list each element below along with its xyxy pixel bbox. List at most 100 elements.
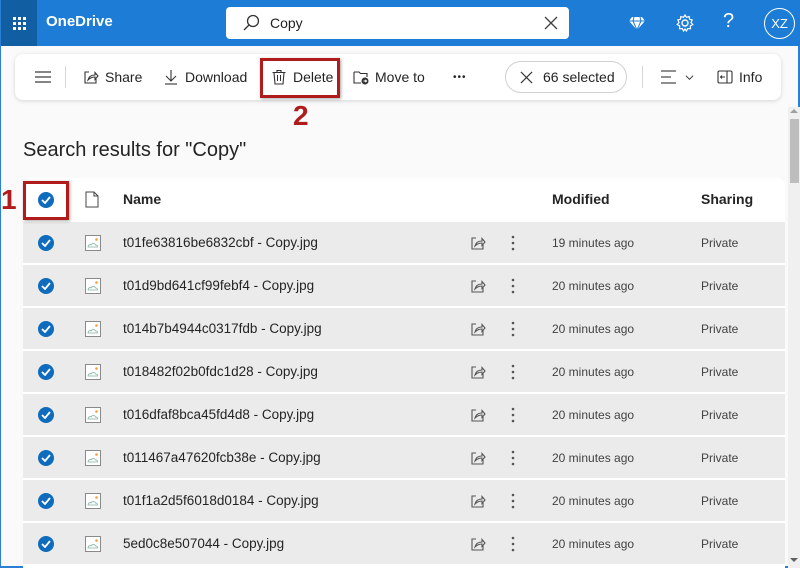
share-icon[interactable]	[470, 364, 486, 380]
annotation-box-select-all	[23, 181, 69, 220]
divider	[642, 66, 643, 88]
more-options-icon[interactable]	[507, 492, 519, 510]
image-file-icon	[85, 235, 101, 251]
checkmark-icon	[41, 411, 51, 419]
sharing-status: Private	[701, 322, 739, 336]
table-row[interactable]: t014b7b4944c0317fdb - Copy.jpg 20 minute…	[23, 307, 785, 349]
sharing-status: Private	[701, 494, 739, 508]
column-header-name[interactable]: Name	[123, 191, 161, 207]
share-icon[interactable]	[470, 407, 486, 423]
more-options-icon[interactable]	[507, 277, 519, 295]
view-options-button[interactable]	[661, 54, 694, 100]
row-checkbox[interactable]	[38, 278, 54, 294]
more-options-icon[interactable]	[507, 406, 519, 424]
table-row[interactable]: t016dfaf8bca45fd4d8 - Copy.jpg 20 minute…	[23, 393, 785, 435]
view-list-icon	[661, 70, 676, 84]
checkmark-icon	[41, 497, 51, 505]
table-row[interactable]: t01f1a2d5f6018d0184 - Copy.jpg 20 minute…	[23, 479, 785, 521]
share-icon[interactable]	[470, 235, 486, 251]
file-name[interactable]: t01fe63816be6832cbf - Copy.jpg	[123, 235, 318, 250]
annotation-box-delete	[260, 58, 340, 98]
file-name[interactable]: t011467a47620fcb38e - Copy.jpg	[123, 450, 321, 465]
file-name[interactable]: t014b7b4944c0317fdb - Copy.jpg	[123, 321, 322, 336]
download-label: Download	[185, 69, 248, 85]
image-file-icon	[85, 321, 101, 337]
more-options-icon[interactable]	[507, 535, 519, 553]
modified-date: 20 minutes ago	[552, 537, 635, 551]
help-button[interactable]: ?	[723, 10, 734, 33]
column-header-modified[interactable]: Modified	[552, 191, 610, 207]
file-list: Name Modified Sharing t01fe63816be6832cb…	[23, 178, 785, 568]
checkmark-icon	[41, 540, 51, 548]
image-file-icon	[85, 493, 101, 509]
app-launcher-button[interactable]	[1, 0, 37, 46]
table-row[interactable]: t01fe63816be6832cbf - Copy.jpg 19 minute…	[23, 221, 785, 263]
selection-count: 66 selected	[543, 69, 615, 85]
avatar[interactable]: XZ	[764, 8, 795, 39]
chevron-down-icon	[685, 74, 694, 80]
image-file-icon	[85, 407, 101, 423]
scroll-up-arrow[interactable]	[790, 109, 798, 113]
divider	[65, 66, 66, 88]
move-to-button[interactable]: Move to	[353, 54, 425, 100]
checkmark-icon	[41, 239, 51, 247]
diamond-icon[interactable]	[627, 13, 647, 33]
app-title[interactable]: OneDrive	[46, 13, 113, 30]
sharing-status: Private	[701, 537, 739, 551]
info-label: Info	[739, 69, 763, 85]
row-checkbox[interactable]	[38, 407, 54, 423]
file-name[interactable]: t018482f02b0fdc1d28 - Copy.jpg	[123, 364, 318, 379]
share-icon[interactable]	[470, 321, 486, 337]
table-row[interactable]: t018482f02b0fdc1d28 - Copy.jpg 20 minute…	[23, 350, 785, 392]
table-row[interactable]: t01d9bd641cf99febf4 - Copy.jpg 20 minute…	[23, 264, 785, 306]
share-icon[interactable]	[470, 536, 486, 552]
image-file-icon	[85, 278, 101, 294]
gear-icon[interactable]	[675, 13, 695, 33]
share-button[interactable]: Share	[83, 54, 142, 100]
hamburger-icon	[35, 71, 51, 83]
modified-date: 20 minutes ago	[552, 408, 635, 422]
table-row[interactable]: t011467a47620fcb38e - Copy.jpg 20 minute…	[23, 436, 785, 478]
download-button[interactable]: Download	[163, 54, 247, 100]
scroll-thumb[interactable]	[790, 119, 799, 183]
share-icon[interactable]	[470, 278, 486, 294]
checkmark-icon	[41, 325, 51, 333]
checkmark-icon	[41, 282, 51, 290]
folder-move-icon	[353, 71, 369, 85]
scrollbar[interactable]	[788, 107, 800, 568]
modified-date: 20 minutes ago	[552, 451, 635, 465]
row-checkbox[interactable]	[38, 321, 54, 337]
column-header-sharing[interactable]: Sharing	[701, 191, 753, 207]
more-commands-button[interactable]: •••	[453, 54, 467, 100]
share-icon	[84, 71, 99, 84]
table-row[interactable]: 5ed0c8e507044 - Copy.jpg 20 minutes ago …	[23, 522, 785, 564]
row-checkbox[interactable]	[38, 235, 54, 251]
share-icon[interactable]	[470, 493, 486, 509]
more-options-icon[interactable]	[507, 320, 519, 338]
row-checkbox[interactable]	[38, 364, 54, 380]
file-name[interactable]: t01f1a2d5f6018d0184 - Copy.jpg	[123, 493, 319, 508]
modified-date: 20 minutes ago	[552, 322, 635, 336]
clear-selection-button[interactable]: 66 selected	[505, 61, 627, 93]
clear-search-icon[interactable]	[543, 15, 559, 31]
more-options-icon[interactable]	[507, 234, 519, 252]
scroll-down-arrow[interactable]	[790, 558, 798, 562]
search-input[interactable]	[270, 13, 520, 33]
row-checkbox[interactable]	[38, 536, 54, 552]
file-type-icon	[85, 191, 99, 208]
file-name[interactable]: t016dfaf8bca45fd4d8 - Copy.jpg	[123, 407, 314, 422]
modified-date: 20 minutes ago	[552, 494, 635, 508]
more-options-icon[interactable]	[507, 449, 519, 467]
file-name[interactable]: 5ed0c8e507044 - Copy.jpg	[123, 536, 284, 551]
modified-date: 19 minutes ago	[552, 236, 635, 250]
search-box[interactable]	[226, 7, 569, 39]
image-file-icon	[85, 364, 101, 380]
info-button[interactable]: Info	[717, 54, 762, 100]
more-options-icon[interactable]	[507, 363, 519, 381]
share-icon[interactable]	[470, 450, 486, 466]
annotation-step-1: 1	[1, 184, 17, 215]
file-name[interactable]: t01d9bd641cf99febf4 - Copy.jpg	[123, 278, 314, 293]
row-checkbox[interactable]	[38, 450, 54, 466]
nav-menu-button[interactable]	[35, 54, 51, 100]
row-checkbox[interactable]	[38, 493, 54, 509]
